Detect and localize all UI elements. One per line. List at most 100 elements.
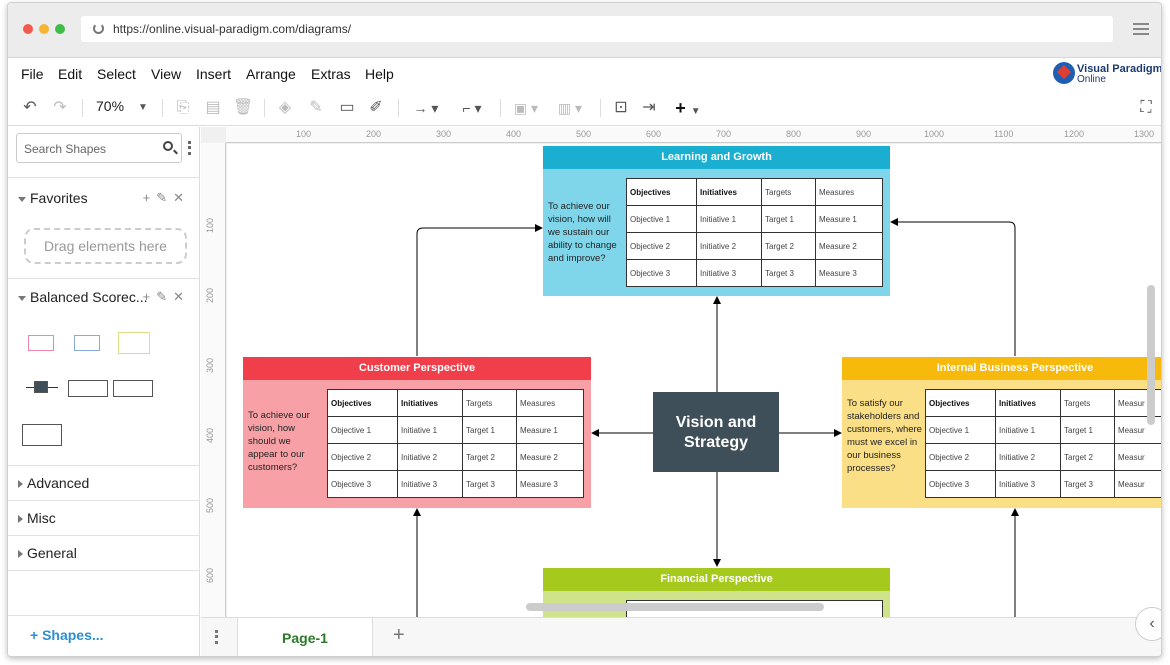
- customer-perspective-card[interactable]: Customer Perspective To achieve our visi…: [243, 357, 591, 508]
- section-actions[interactable]: +✎✕: [143, 289, 190, 305]
- close-window-button[interactable]: [23, 24, 33, 34]
- select-all-icon[interactable]: ⊡: [610, 96, 632, 120]
- zoom-dropdown-icon[interactable]: ▼: [136, 96, 150, 120]
- table-cell: Measur: [1114, 443, 1161, 471]
- vision-strategy-box[interactable]: Vision and Strategy: [653, 392, 779, 472]
- table-cell: Target 3: [1060, 470, 1115, 498]
- section-actions[interactable]: +✎✕: [143, 190, 190, 206]
- zoom-select[interactable]: 70%: [96, 98, 124, 114]
- menu-file[interactable]: File: [21, 66, 44, 82]
- redo-icon[interactable]: ↷: [50, 96, 70, 120]
- table-cell: Target 1: [761, 205, 816, 233]
- insert-plus-icon[interactable]: + ▼: [670, 96, 706, 120]
- table-cell: Target 3: [761, 259, 816, 287]
- search-shapes-input[interactable]: Search Shapes: [16, 133, 182, 163]
- ruler-tick-label: 500: [576, 129, 592, 139]
- waypoint-style-icon[interactable]: ⌐ ▾: [454, 96, 490, 120]
- align-icon[interactable]: ▥ ▾: [552, 96, 588, 120]
- internal-business-title: Internal Business Perspective: [842, 357, 1161, 380]
- vertical-ruler: 100 200 300 400 500 600: [201, 143, 226, 617]
- scorecard-table-thumb[interactable]: [22, 424, 62, 446]
- customer-perspective-title: Customer Perspective: [243, 357, 591, 380]
- table-cell: Objective 1: [626, 205, 697, 233]
- browser-menu-icon[interactable]: [1133, 23, 1149, 35]
- table-header-cell: Initiatives: [995, 389, 1061, 417]
- collapse-panel-icon[interactable]: ‹: [1135, 607, 1161, 641]
- paste-icon[interactable]: ▤: [203, 96, 223, 120]
- menu-extras[interactable]: Extras: [311, 66, 351, 82]
- table-cell: Measure 3: [815, 259, 883, 287]
- menu-help[interactable]: Help: [365, 66, 394, 82]
- scorecard-shape-thumb[interactable]: [74, 335, 100, 351]
- internal-business-question: To satisfy our stakeholders and customer…: [847, 398, 922, 474]
- scorecard-table-thumb[interactable]: [113, 380, 153, 397]
- table-cell: Initiative 3: [995, 470, 1061, 498]
- general-section: General: [8, 535, 200, 570]
- fit-page-icon[interactable]: ⇥: [638, 96, 660, 120]
- pages-menu-icon[interactable]: [215, 630, 218, 644]
- ruler-tick-label: 400: [506, 129, 522, 139]
- vertical-scrollbar[interactable]: [1147, 285, 1155, 425]
- misc-header[interactable]: Misc: [18, 510, 56, 526]
- search-icon[interactable]: [163, 141, 173, 151]
- connector-style-icon[interactable]: → ▾: [408, 96, 444, 120]
- menu-arrange[interactable]: Arrange: [246, 66, 296, 82]
- learning-growth-card[interactable]: Learning and Growth To achieve our visio…: [543, 146, 890, 296]
- internal-business-card[interactable]: Internal Business Perspective To satisfy…: [842, 357, 1161, 508]
- url-text: https://online.visual-paradigm.com/diagr…: [113, 22, 352, 36]
- advanced-header[interactable]: Advanced: [18, 475, 89, 491]
- ruler-tick-label: 100: [205, 217, 215, 233]
- undo-icon[interactable]: ↶: [20, 96, 40, 120]
- minimize-window-button[interactable]: [39, 24, 49, 34]
- table-cell: Measur: [1114, 470, 1161, 498]
- favorites-header[interactable]: Favorites: [18, 190, 88, 206]
- reload-icon[interactable]: [93, 23, 104, 34]
- toolbar-separator: [600, 99, 601, 117]
- shadow-icon[interactable]: ▭: [336, 96, 358, 120]
- sidebar-options-icon[interactable]: [188, 141, 191, 155]
- add-page-icon[interactable]: +: [393, 624, 405, 647]
- copy-icon[interactable]: ⎘: [173, 96, 193, 120]
- menu-insert[interactable]: Insert: [196, 66, 231, 82]
- visual-paradigm-logo: Visual Paradigm Online: [1053, 60, 1161, 86]
- diagram-canvas[interactable]: 100 200 300 400 500 600 700 800 900 1000…: [201, 127, 1161, 617]
- arrange-front-icon[interactable]: ▣ ▾: [508, 96, 544, 120]
- table-cell: Objective 2: [925, 443, 996, 471]
- fill-color-icon[interactable]: ◈: [274, 96, 296, 120]
- scorecard-shape-thumb[interactable]: [28, 335, 54, 351]
- ruler-tick-label: 200: [366, 129, 382, 139]
- format-painter-icon[interactable]: ✐: [365, 96, 387, 120]
- favorites-drop-zone[interactable]: Drag elements here: [24, 228, 187, 264]
- table-header-cell: Targets: [1060, 389, 1115, 417]
- general-header[interactable]: General: [18, 545, 77, 561]
- table-cell: Initiative 3: [696, 259, 762, 287]
- balanced-scorecard-header[interactable]: Balanced Scorec...: [18, 289, 148, 305]
- table-cell: Target 2: [462, 443, 517, 471]
- scorecard-shape-thumb[interactable]: [118, 332, 150, 354]
- horizontal-ruler: 100 200 300 400 500 600 700 800 900 1000…: [226, 127, 1161, 143]
- page-tab-1[interactable]: Page-1: [237, 618, 373, 656]
- more-shapes-link[interactable]: + Shapes...: [30, 627, 104, 643]
- scorecard-shape-thumb[interactable]: [34, 381, 48, 393]
- line-color-icon[interactable]: ✎: [305, 96, 327, 120]
- horizontal-scrollbar[interactable]: [526, 603, 824, 611]
- maximize-window-button[interactable]: [55, 24, 65, 34]
- menu-view[interactable]: View: [151, 66, 181, 82]
- ruler-tick-label: 900: [856, 129, 872, 139]
- learning-growth-table: Objectives Initiatives Targets Measures Obj…: [626, 178, 883, 287]
- learning-growth-title: Learning and Growth: [543, 146, 890, 169]
- scorecard-table-thumb[interactable]: [68, 380, 108, 397]
- table-cell: Measure 2: [516, 443, 584, 471]
- diagram-page[interactable]: Learning and Growth To achieve our visio…: [227, 144, 1161, 617]
- financial-perspective-title: Financial Perspective: [543, 568, 890, 591]
- menu-edit[interactable]: Edit: [58, 66, 82, 82]
- table-cell: Initiative 3: [397, 470, 463, 498]
- learning-growth-question: To achieve our vision, how will we susta…: [548, 201, 617, 264]
- ruler-tick-label: 100: [296, 129, 312, 139]
- address-bar[interactable]: https://online.visual-paradigm.com/diagr…: [81, 16, 1113, 42]
- fullscreen-icon[interactable]: ⛶: [1136, 96, 1156, 120]
- ruler-tick-label: 600: [646, 129, 662, 139]
- delete-icon[interactable]: 🗑: [233, 96, 253, 120]
- ruler-tick-label: 600: [205, 567, 215, 583]
- menu-select[interactable]: Select: [97, 66, 136, 82]
